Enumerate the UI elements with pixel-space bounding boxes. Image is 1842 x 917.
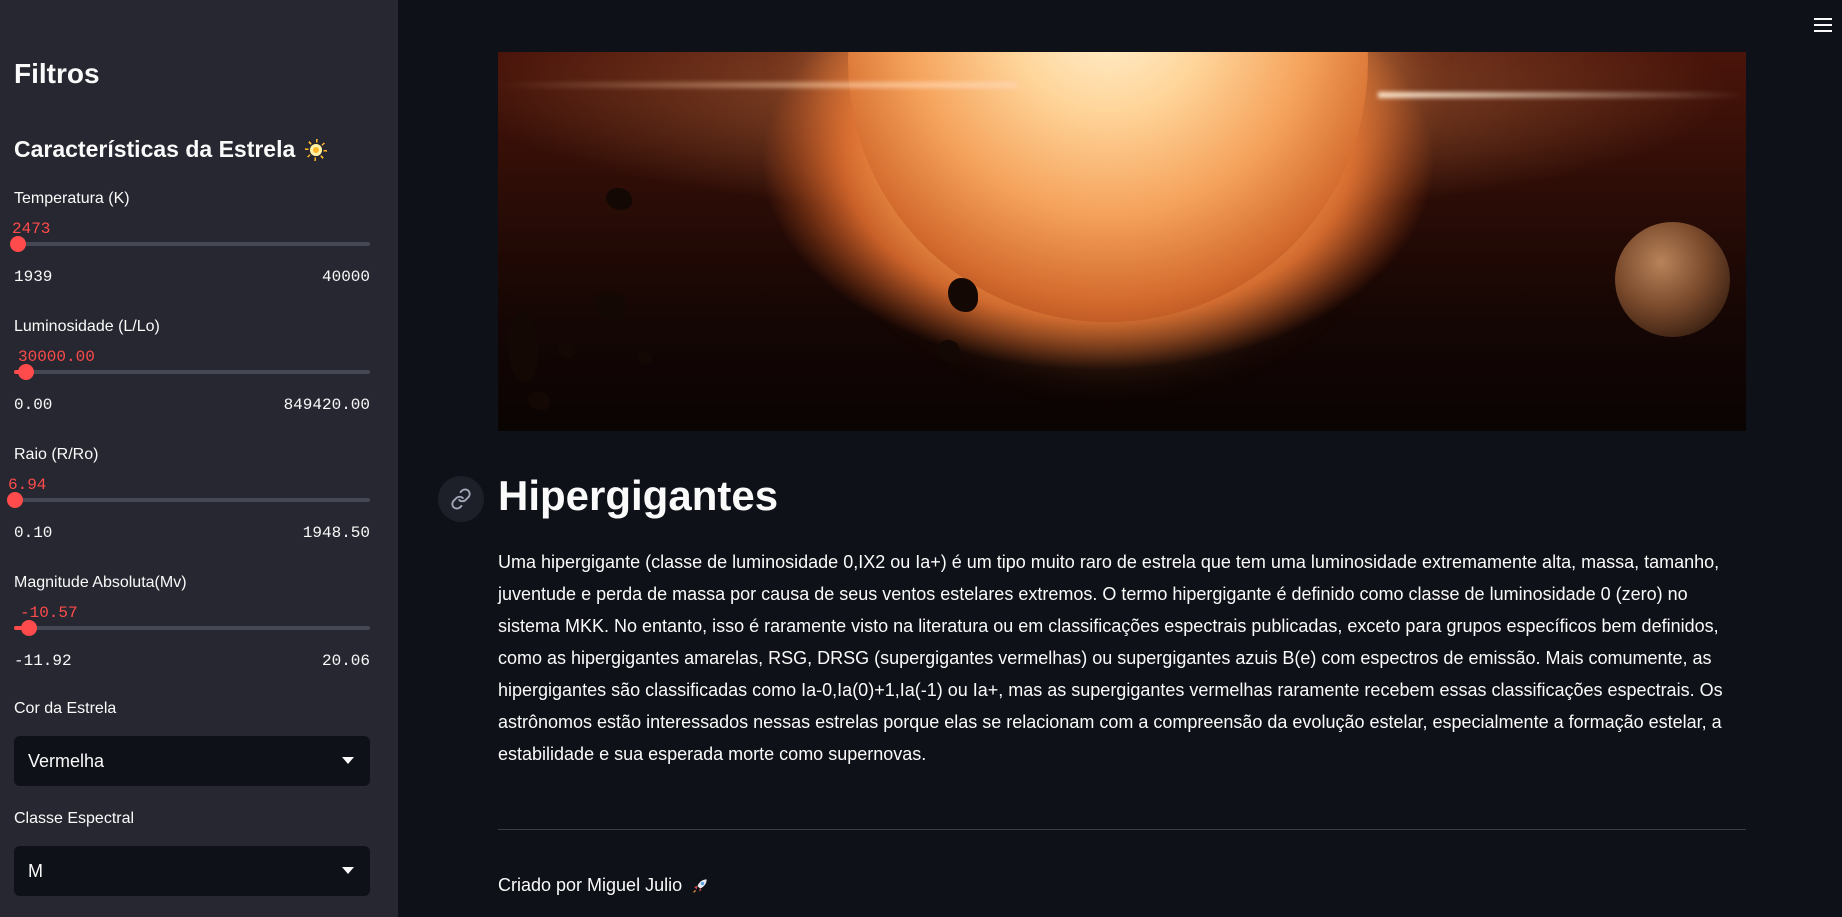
slider-label: Magnitude Absoluta(Mv) [14, 574, 187, 591]
select-value: M [28, 860, 43, 881]
select-cor-estrela[interactable]: Vermelha [14, 736, 370, 786]
slider-thumb[interactable] [7, 492, 23, 508]
slider-thumb[interactable] [18, 364, 34, 380]
slider-raio[interactable]: Raio (R/Ro) 6.94 0.10 1948.50 [7, 446, 370, 556]
slider-max: 849420.00 [283, 396, 370, 414]
slider-luminosidade[interactable]: Luminosidade (L/Lo) 30000.00 0.00 849420… [14, 318, 370, 428]
sidebar-title: Filtros [14, 58, 100, 89]
slider-label: Raio (R/Ro) [14, 446, 99, 463]
slider-max: 20.06 [321, 652, 370, 670]
slider-max: 1948.50 [302, 524, 370, 542]
select-value: Vermelha [28, 750, 105, 771]
slider-magnitude[interactable]: Magnitude Absoluta(Mv) -10.57 -11.92 20.… [14, 574, 370, 684]
select-label-cor: Cor da Estrela [14, 700, 117, 717]
page-title: Hipergigantes [498, 472, 779, 519]
app-root: Filtros Características da Estrela Tempe… [0, 0, 1842, 917]
slider-max: 40000 [321, 268, 370, 286]
hamburger-menu-icon[interactable] [1814, 18, 1832, 34]
slider-track[interactable] [14, 364, 370, 380]
caret-down-icon [342, 867, 354, 874]
slider-label: Temperatura (K) [14, 190, 130, 207]
divider [498, 829, 1746, 830]
slider-track[interactable] [14, 620, 370, 636]
rocket-icon [693, 878, 707, 893]
slider-min: 0.00 [14, 396, 53, 414]
select-label-classe: Classe Espectral [14, 810, 135, 827]
sidebar: Filtros Características da Estrela Tempe… [0, 0, 398, 917]
slider-track[interactable] [7, 492, 370, 508]
caret-down-icon [342, 757, 354, 764]
credits: Criado por Miguel Julio [498, 875, 710, 896]
slider-min: -11.92 [14, 652, 72, 670]
sun-icon [303, 137, 329, 163]
main-content: Hipergigantes Uma hipergigante (classe d… [398, 0, 1842, 917]
slider-label: Luminosidade (L/Lo) [14, 318, 160, 335]
description-text: Uma hipergigante (classe de luminosidade… [498, 552, 1723, 764]
credits-text: Criado por Miguel Julio [498, 875, 683, 895]
select-classe-espectral[interactable]: M [14, 846, 370, 896]
slider-thumb[interactable] [10, 236, 26, 252]
slider-temperatura[interactable]: Temperatura (K) 2473 1939 40000 [10, 190, 370, 300]
section-title: Características da Estrela [14, 136, 329, 163]
section-title-text: Características da Estrela [14, 136, 296, 162]
slider-min: 0.10 [14, 524, 53, 542]
slider-thumb[interactable] [21, 620, 37, 636]
link-icon[interactable] [438, 476, 484, 522]
slider-value: 30000.00 [18, 348, 95, 366]
slider-track[interactable] [10, 236, 370, 252]
slider-min: 1939 [14, 268, 53, 286]
hero-image [498, 52, 1746, 431]
